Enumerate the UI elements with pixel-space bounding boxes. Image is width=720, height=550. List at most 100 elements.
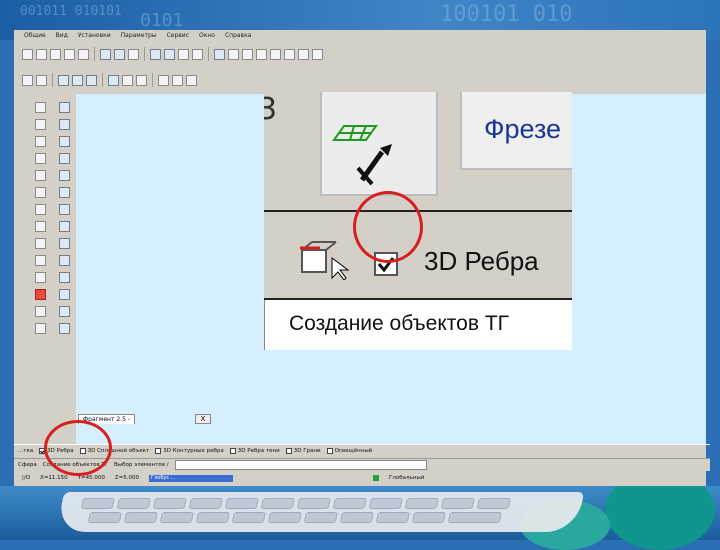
- view-option[interactable]: 3D Ребра тени: [229, 448, 280, 454]
- print-icon[interactable]: [228, 48, 239, 60]
- command-line: Сфера Создание объектов ТГ Выбор элемент…: [14, 458, 710, 471]
- checkbox[interactable]: [155, 448, 162, 454]
- pipe-icon[interactable]: [58, 204, 70, 215]
- circle-tool-icon[interactable]: [34, 119, 46, 130]
- view-option[interactable]: 3D Контурные ребра: [155, 448, 224, 454]
- tool-icon[interactable]: [158, 74, 169, 86]
- hatch-icon[interactable]: [58, 153, 70, 164]
- arc-tool-icon[interactable]: [34, 136, 46, 147]
- menu-item[interactable]: Справка: [225, 32, 251, 44]
- save-icon[interactable]: [214, 48, 225, 60]
- ribbon-fragment: 3: [264, 92, 278, 127]
- milling-tab[interactable]: Фрезе: [460, 92, 572, 170]
- view-options-bar: ...тка 3D Ребра 3D Сплошной объект 3D Ко…: [14, 444, 710, 457]
- view-option[interactable]: 3D Грани: [285, 448, 321, 454]
- zoom-icon[interactable]: [164, 48, 175, 60]
- table-icon[interactable]: [58, 187, 70, 198]
- copy-icon[interactable]: [64, 48, 75, 60]
- hole-tool-icon[interactable]: [34, 221, 46, 232]
- snap-icon[interactable]: [270, 48, 281, 60]
- tool-icon[interactable]: [298, 48, 309, 60]
- undo-icon[interactable]: [128, 48, 139, 60]
- help-icon[interactable]: [284, 48, 295, 60]
- view-option[interactable]: ...тка: [18, 448, 33, 454]
- tab-close-button[interactable]: X: [194, 414, 211, 424]
- highlight-circle-zoom: [353, 191, 423, 263]
- settings-icon[interactable]: [256, 48, 267, 60]
- rotate-icon[interactable]: [86, 74, 97, 86]
- pan-icon[interactable]: [178, 48, 189, 60]
- tool-icon[interactable]: [58, 289, 70, 300]
- menu-item[interactable]: Установки: [78, 32, 111, 44]
- view-option[interactable]: Освещённый: [326, 448, 372, 454]
- status-indicator-icon: [373, 475, 380, 481]
- checkbox[interactable]: [326, 448, 333, 454]
- properties-icon[interactable]: [242, 48, 253, 60]
- fillet-tool-icon[interactable]: [34, 153, 46, 164]
- cut-icon[interactable]: [50, 48, 61, 60]
- move-icon[interactable]: [72, 74, 83, 86]
- mirror-tool-icon[interactable]: [34, 255, 46, 266]
- coord-z: Z=5.000: [114, 475, 140, 481]
- dimension-icon[interactable]: [58, 136, 70, 147]
- command-prefix: Сфера: [18, 462, 37, 468]
- toolbar-separator: [144, 47, 145, 61]
- menu-item[interactable]: Сервис: [167, 32, 189, 44]
- tool-icon[interactable]: [58, 323, 70, 334]
- measure-icon[interactable]: [192, 48, 203, 60]
- secondary-toolbar: [22, 71, 197, 89]
- tool-icon[interactable]: [34, 323, 46, 334]
- command-input[interactable]: [174, 460, 427, 470]
- checkbox[interactable]: [285, 448, 292, 454]
- tool-icon[interactable]: [312, 48, 323, 60]
- tool-icon[interactable]: [58, 306, 70, 317]
- view-icon[interactable]: [150, 48, 161, 60]
- grid-icon[interactable]: [114, 48, 125, 60]
- command-mode: Выбор элементов /: [114, 462, 169, 468]
- checkbox[interactable]: [229, 448, 236, 454]
- array-tool-icon[interactable]: [34, 272, 46, 283]
- draw-node-icon[interactable]: [36, 74, 47, 86]
- extrude-tool-icon[interactable]: [34, 170, 46, 181]
- menu-item[interactable]: Окно: [199, 32, 215, 44]
- progress-indicator: Глобус ...: [149, 474, 234, 482]
- highlight-circle-checkbox: [44, 420, 112, 476]
- tool-icon[interactable]: [172, 74, 183, 86]
- milling-tab-label: Фрезе: [484, 114, 562, 144]
- green-body-icon[interactable]: [58, 255, 70, 266]
- cut-tool-icon[interactable]: [34, 204, 46, 215]
- zoom-ribbon-bottom: Создание объектов ТГ: [264, 300, 572, 350]
- coord-x: X=11.150: [40, 475, 68, 481]
- menu-item[interactable]: Параметры: [121, 32, 157, 44]
- text-icon[interactable]: [58, 170, 70, 181]
- select-icon[interactable]: [58, 74, 69, 86]
- pointer-icon[interactable]: [58, 102, 70, 113]
- app-window: Общие Вид Установки Параметры Сервис Окн…: [14, 30, 710, 486]
- green-body-icon[interactable]: [58, 272, 70, 283]
- status-bar: |/O X=11.150 Y=45.000 Z=5.000 Глобус ...…: [14, 472, 714, 484]
- edit-icon[interactable]: [36, 48, 47, 60]
- status-right: Глобальный: [389, 475, 425, 481]
- node-icon[interactable]: [58, 119, 70, 130]
- milling-button[interactable]: [320, 92, 438, 196]
- line-tool-icon[interactable]: [34, 102, 46, 113]
- layers-icon[interactable]: [100, 48, 111, 60]
- tool-icon[interactable]: [34, 306, 46, 317]
- green-body-icon[interactable]: [58, 238, 70, 249]
- draw-line-icon[interactable]: [22, 74, 33, 86]
- sphere-tool-icon[interactable]: [34, 289, 46, 300]
- green-body-icon[interactable]: [58, 221, 70, 232]
- new-file-icon[interactable]: [22, 48, 33, 60]
- zoom-ribbon-top: 3 Фрезе: [264, 92, 572, 212]
- paste-icon[interactable]: [78, 48, 89, 60]
- menu-item[interactable]: Общие: [24, 32, 46, 44]
- status-left: |/O: [22, 475, 31, 481]
- sweep-tool-icon[interactable]: [34, 187, 46, 198]
- shade-icon[interactable]: [136, 74, 147, 86]
- menu-item[interactable]: Вид: [56, 32, 68, 44]
- chamfer-tool-icon[interactable]: [34, 238, 46, 249]
- view-3d-icon[interactable]: [108, 74, 119, 86]
- render-icon[interactable]: [122, 74, 133, 86]
- tool-icon[interactable]: [186, 74, 197, 86]
- main-toolbar: [22, 45, 323, 63]
